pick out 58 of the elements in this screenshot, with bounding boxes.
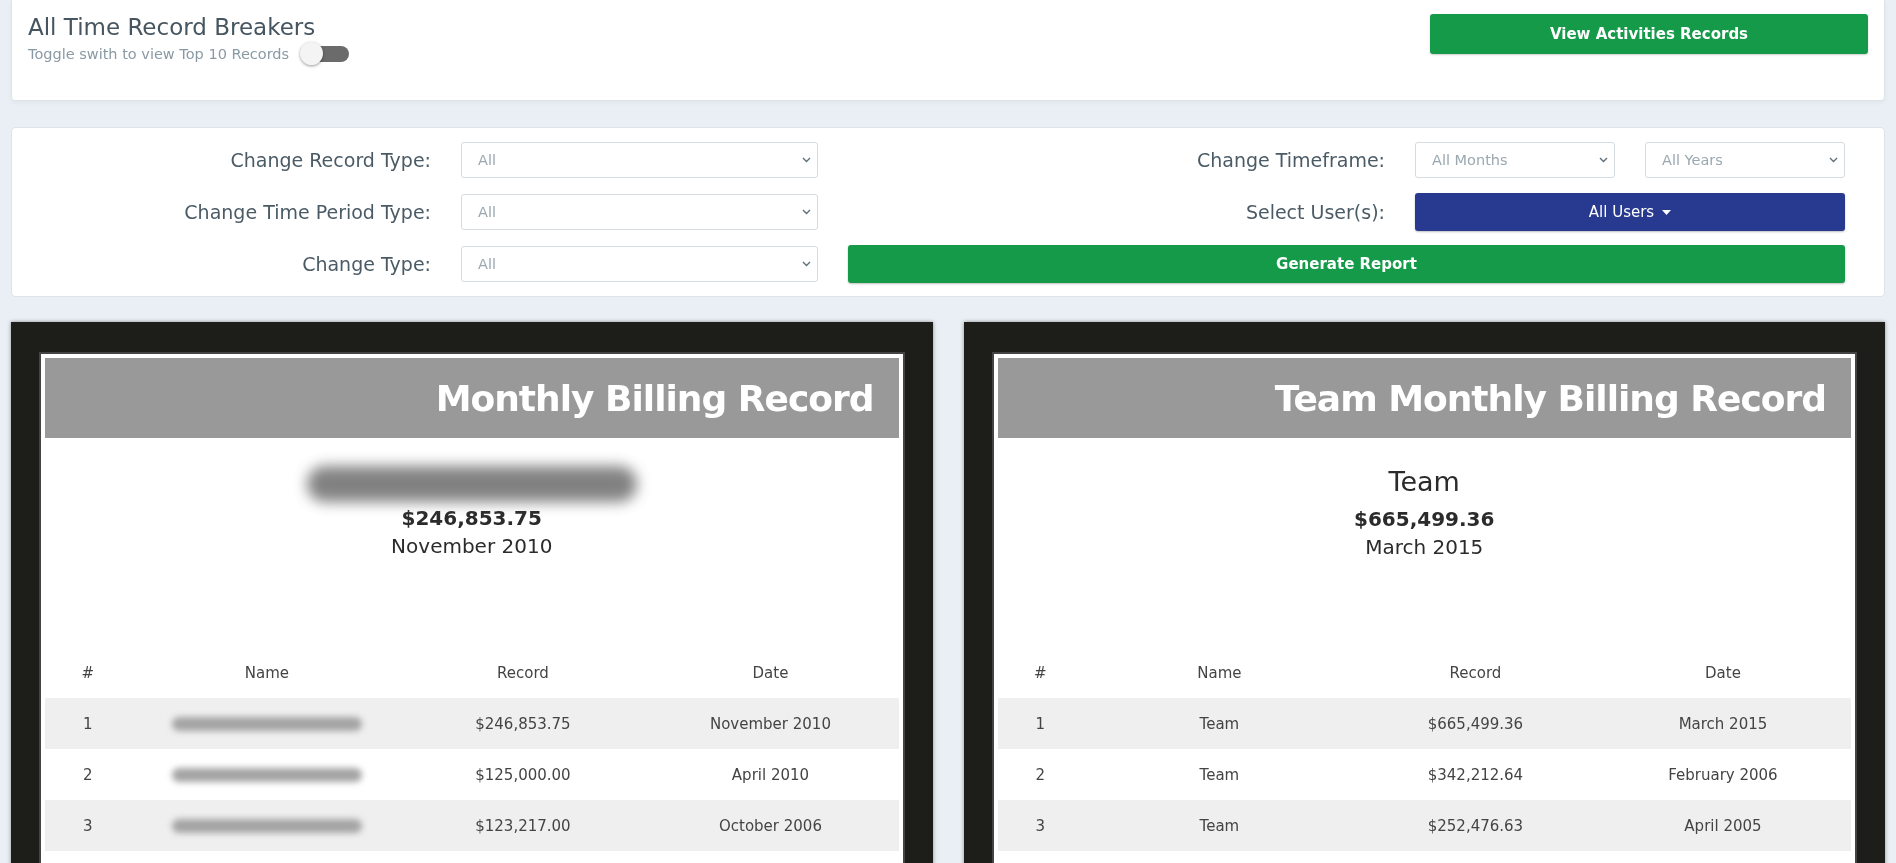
table-cell: 2 bbox=[997, 749, 1083, 800]
generate-report-button[interactable]: Generate Report bbox=[848, 245, 1845, 283]
table-cell: 3 bbox=[45, 800, 131, 851]
chevron-icon bbox=[802, 157, 811, 163]
table-cell: April 2010 bbox=[642, 749, 899, 800]
select-field[interactable]: All bbox=[461, 246, 818, 282]
table-cell: Team bbox=[1199, 714, 1240, 733]
field-label: Change Type: bbox=[301, 253, 432, 275]
table-cell: 1 bbox=[45, 698, 131, 749]
users-dropdown-button[interactable]: All Users bbox=[1415, 193, 1845, 231]
field-label: Select User(s): bbox=[1244, 201, 1386, 223]
view-activities-button[interactable]: View Activities Records bbox=[1430, 14, 1868, 54]
table-cell: 1 bbox=[997, 698, 1083, 749]
table-cell: February 2006 bbox=[1594, 749, 1851, 800]
record-amount: $246,853.75 bbox=[401, 506, 542, 530]
toggle-switch[interactable] bbox=[303, 45, 350, 62]
column-header: Record bbox=[497, 664, 549, 682]
toggle-label: Toggle swith to view Top 10 Records bbox=[28, 45, 290, 62]
page-title: All Time Record Breakers bbox=[28, 14, 317, 42]
record-title: Team Monthly Billing Record bbox=[1274, 377, 1826, 419]
table-cell: October 2006 bbox=[642, 800, 899, 851]
column-header: Name bbox=[244, 664, 290, 682]
column-header: # bbox=[1033, 664, 1047, 682]
record-date: March 2015 bbox=[1365, 535, 1484, 559]
select-field[interactable]: All bbox=[461, 142, 818, 178]
select-field[interactable]: All Months bbox=[1415, 142, 1615, 178]
field-label: Change Record Type: bbox=[229, 149, 432, 171]
table-cell: Team bbox=[1199, 816, 1240, 835]
record-title: Monthly Billing Record bbox=[435, 377, 874, 419]
table-cell: $342,212.64 bbox=[1355, 749, 1595, 800]
table-cell: March 2015 bbox=[1594, 698, 1851, 749]
column-header: Date bbox=[752, 664, 789, 682]
chevron-icon bbox=[802, 209, 811, 215]
field-label: Change Time Period Type: bbox=[183, 201, 432, 223]
chevron-icon bbox=[1829, 157, 1838, 163]
table-cell: $252,476.63 bbox=[1355, 800, 1595, 851]
chevron-icon bbox=[1599, 157, 1608, 163]
select-field[interactable]: All bbox=[461, 194, 818, 230]
table-cell: $246,853.75 bbox=[403, 698, 643, 749]
record-holder: Team bbox=[1388, 466, 1460, 497]
field-label: Change Timeframe: bbox=[1195, 149, 1386, 171]
column-header: Record bbox=[1449, 664, 1502, 682]
record-amount: $665,499.36 bbox=[1354, 507, 1495, 531]
table-cell: $665,499.36 bbox=[1355, 698, 1595, 749]
table-cell: 3 bbox=[997, 800, 1083, 851]
table-cell: November 2010 bbox=[642, 698, 899, 749]
column-header: Date bbox=[1705, 664, 1741, 682]
chevron-icon bbox=[802, 261, 811, 267]
record-date: November 2010 bbox=[391, 534, 553, 558]
table-cell: April 2005 bbox=[1594, 800, 1851, 851]
table-cell: 2 bbox=[45, 749, 131, 800]
column-header: Name bbox=[1197, 664, 1242, 682]
table-cell: Team bbox=[1199, 765, 1240, 784]
caret-icon bbox=[1662, 209, 1672, 215]
select-field[interactable]: All Years bbox=[1645, 142, 1845, 178]
table-cell: $123,217.00 bbox=[403, 800, 643, 851]
column-header: # bbox=[81, 664, 94, 682]
table-cell: $125,000.00 bbox=[403, 749, 643, 800]
